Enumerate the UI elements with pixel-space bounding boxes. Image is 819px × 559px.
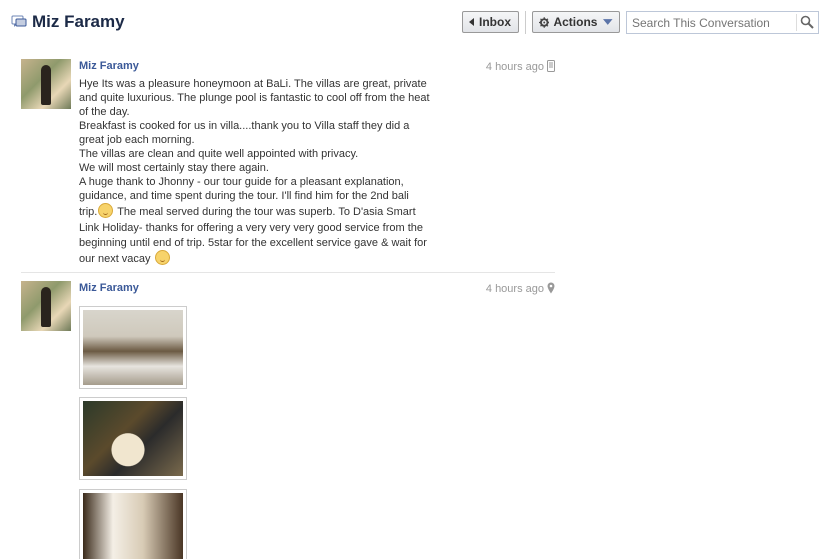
conversation-icon (11, 15, 27, 27)
photo-image (83, 401, 183, 476)
message-line: our next vacay (79, 250, 439, 268)
author-name[interactable]: Miz Faramy (79, 282, 139, 294)
search-icon[interactable] (800, 15, 814, 29)
message-line: great job each morning. (79, 134, 195, 146)
message-text: The meal served during the tour was supe… (114, 206, 416, 218)
photo-image (83, 310, 183, 385)
message-line: We will most certainly stay there again. (79, 162, 269, 174)
gear-icon (539, 16, 550, 28)
search-input[interactable] (627, 12, 797, 33)
message-line: The villas are clean and quite well appo… (79, 148, 359, 160)
location-pin-icon[interactable] (547, 282, 555, 294)
message-item: Miz Faramy 4 hours ago (21, 281, 555, 559)
message-line: and quite luxurious. The plunge pool is … (79, 92, 430, 104)
inbox-label: Inbox (479, 15, 511, 29)
inbox-button[interactable]: Inbox (462, 11, 519, 33)
message-item: Miz Faramy 4 hours ago Hye Its was a ple… (21, 59, 555, 272)
breakfast-table-photo[interactable] (79, 397, 187, 480)
message-line: Link Holiday- thanks for offering a very… (79, 222, 424, 234)
message-line: Hye Its was a pleasure honeymoon at BaLi… (79, 78, 427, 90)
chevron-down-icon (603, 19, 613, 25)
message-line: A huge thank to Jhonny - our tour guide … (79, 176, 404, 188)
avatar-figure (41, 65, 51, 105)
message-text: trip. (79, 206, 98, 218)
search-box (626, 11, 819, 34)
message-line: trip. The meal served during the tour wa… (79, 203, 439, 221)
message-line: of the day. (79, 106, 130, 118)
avatar-figure (41, 287, 51, 327)
message-line: Breakfast is cooked for us in villa....t… (79, 120, 410, 132)
message-line: guidance, and time spent during the tour… (79, 190, 409, 202)
message-text: our next vacay (79, 253, 151, 265)
author-name[interactable]: Miz Faramy (79, 60, 139, 72)
avatar[interactable] (21, 59, 71, 109)
smile-emoji-icon (98, 203, 114, 218)
page-title: Miz Faramy (32, 12, 125, 31)
actions-label: Actions (553, 15, 598, 29)
message-line: beginning until end of trip. 5star for t… (79, 237, 427, 249)
toolbar-divider (525, 11, 526, 34)
avatar[interactable] (21, 281, 71, 331)
message-body: Hye Its was a pleasure honeymoon at BaLi… (79, 77, 439, 268)
chevron-left-icon (469, 18, 474, 26)
conversation-header: Miz Faramy Inbox Actions (0, 0, 819, 46)
message-divider (21, 272, 555, 273)
kiss-emoji-icon (154, 250, 170, 265)
message-timestamp[interactable]: 4 hours ago (486, 283, 544, 295)
message-timestamp[interactable]: 4 hours ago (486, 61, 544, 73)
mobile-icon (547, 60, 555, 72)
villa-living-room-photo[interactable] (79, 306, 187, 389)
photo-image (83, 493, 183, 559)
actions-button[interactable]: Actions (532, 11, 620, 33)
canopy-bed-photo[interactable] (79, 489, 187, 559)
search-divider (796, 14, 797, 31)
